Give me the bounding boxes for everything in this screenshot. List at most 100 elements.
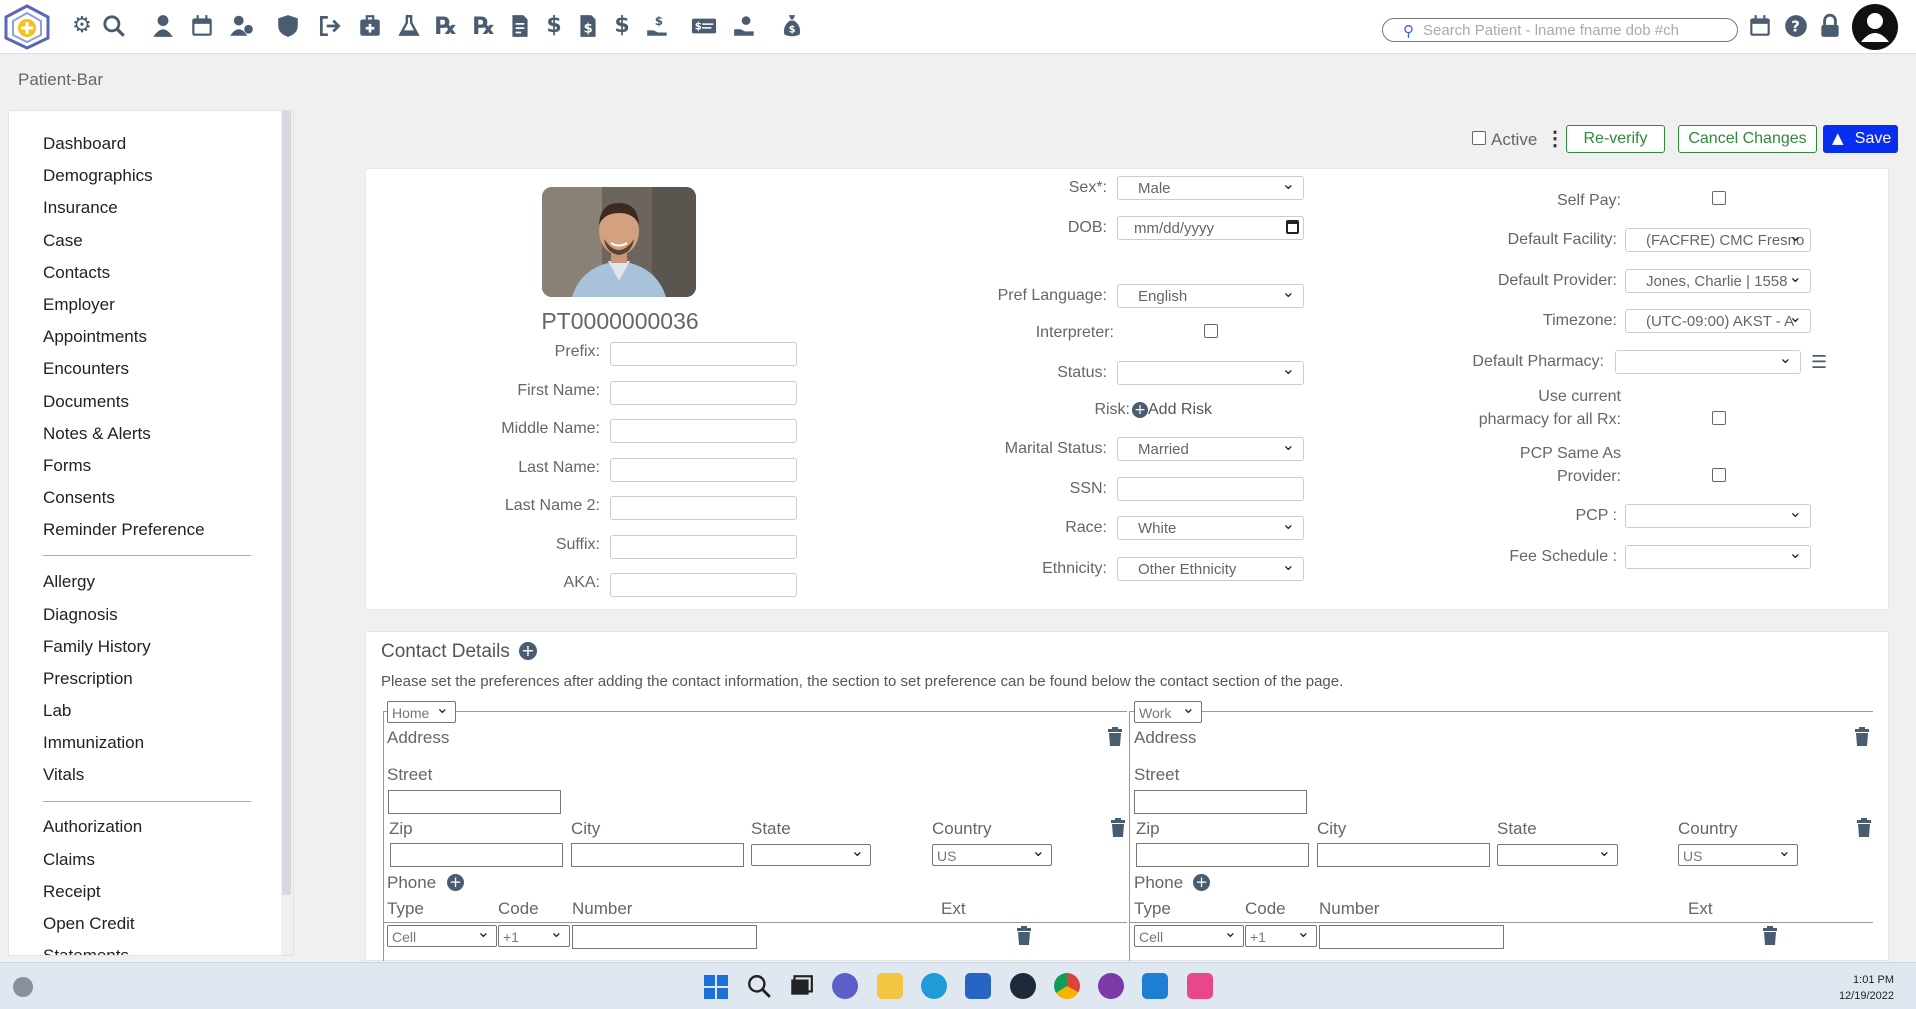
sidebar-item-appointments[interactable]: Appointments (43, 327, 147, 347)
delete-address-icon[interactable] (1107, 727, 1123, 746)
active-checkbox[interactable] (1472, 131, 1486, 145)
sex-select[interactable]: Male (1117, 176, 1304, 200)
widgets-icon[interactable] (13, 977, 33, 997)
rx-icon[interactable]: ℞ (432, 12, 460, 40)
hand-holding-dollar-icon[interactable]: $ (644, 12, 672, 40)
contact-type-select[interactable]: Home (387, 698, 456, 723)
last-name-2-input[interactable] (610, 496, 797, 520)
middle-name-input[interactable] (610, 419, 797, 443)
medical-kit-icon[interactable] (356, 12, 384, 40)
sign-out-icon[interactable] (316, 12, 344, 40)
account-icon[interactable] (1852, 4, 1898, 50)
phone-code-select[interactable]: +1 (498, 922, 570, 947)
prefix-input[interactable] (610, 342, 797, 366)
pref-language-select[interactable]: English (1117, 284, 1304, 308)
sidebar-item-insurance[interactable]: Insurance (43, 198, 118, 218)
pcp-same-checkbox[interactable] (1712, 468, 1726, 482)
default-provider-select[interactable]: Jones, Charlie | 1558 (1625, 269, 1811, 293)
pharmacy-list-icon[interactable]: ☰ (1811, 352, 1827, 373)
delete-address-icon[interactable] (1854, 727, 1870, 746)
fee-schedule-select[interactable] (1625, 545, 1811, 569)
edge-icon[interactable] (921, 973, 947, 999)
sidebar-item-case[interactable]: Case (43, 231, 83, 251)
state-select[interactable] (1497, 841, 1618, 866)
sidebar-item-encounters[interactable]: Encounters (43, 359, 129, 379)
chat-icon[interactable] (832, 973, 858, 999)
dollar-icon[interactable]: $ (540, 12, 568, 40)
windows-start-icon[interactable] (704, 975, 728, 999)
money-bag-icon[interactable]: $ (778, 12, 806, 40)
calendar-picker-icon[interactable] (1286, 220, 1299, 234)
ssn-input[interactable] (1117, 477, 1304, 501)
add-phone-icon[interactable]: + (447, 874, 464, 891)
sidebar-item-allergy[interactable]: Allergy (43, 572, 95, 592)
sidebar-item-documents[interactable]: Documents (43, 392, 129, 412)
country-select[interactable]: US (1678, 841, 1798, 866)
sidebar-item-diagnosis[interactable]: Diagnosis (43, 605, 118, 625)
phone-type-select[interactable]: Cell (1134, 922, 1244, 947)
lock-icon[interactable] (1816, 12, 1844, 40)
add-phone-icon[interactable]: + (1193, 874, 1210, 891)
cancel-changes-button[interactable]: Cancel Changes (1678, 125, 1817, 153)
sidebar-item-family-history[interactable]: Family History (43, 637, 151, 657)
timezone-select[interactable]: (UTC-09:00) AKST - A (1625, 309, 1811, 333)
sidebar-item-authorization[interactable]: Authorization (43, 817, 142, 837)
reverify-button[interactable]: Re-verify (1566, 125, 1665, 153)
default-facility-select[interactable]: (FACFRE) CMC Fresno (1625, 228, 1811, 252)
self-pay-checkbox[interactable] (1712, 191, 1726, 205)
delete-phone-icon[interactable] (1016, 926, 1032, 945)
race-select[interactable]: White (1117, 516, 1304, 540)
search-icon[interactable] (100, 12, 128, 40)
vscode-icon[interactable] (1142, 973, 1168, 999)
sidebar-item-statements[interactable]: Statements (43, 946, 129, 955)
first-name-input[interactable] (610, 381, 797, 405)
phone-number-input[interactable] (572, 925, 757, 949)
sidebar-item-consents[interactable]: Consents (43, 488, 115, 508)
city-input[interactable] (1317, 843, 1490, 867)
add-contact-icon[interactable]: + (519, 642, 537, 660)
rx-alt-icon[interactable]: ℞ (470, 12, 498, 40)
sidebar-item-prescription[interactable]: Prescription (43, 669, 133, 689)
phone-type-select[interactable]: Cell (387, 922, 497, 947)
sidebar-item-claims[interactable]: Claims (43, 850, 95, 870)
sidebar-item-forms[interactable]: Forms (43, 456, 91, 476)
search-icon[interactable] (746, 973, 772, 999)
add-risk-icon[interactable]: + (1132, 402, 1148, 418)
document-icon[interactable] (506, 12, 534, 40)
panel-scrollbar[interactable] (1891, 168, 1900, 610)
sidebar-item-contacts[interactable]: Contacts (43, 263, 110, 283)
calendar-icon[interactable] (188, 12, 216, 40)
delete-location-icon[interactable] (1856, 818, 1872, 837)
ethnicity-select[interactable]: Other Ethnicity (1117, 557, 1304, 581)
status-select[interactable] (1117, 361, 1304, 385)
chrome-icon[interactable] (1054, 973, 1080, 999)
zip-input[interactable] (1136, 843, 1309, 867)
sidebar-item-employer[interactable]: Employer (43, 295, 115, 315)
dob-input[interactable]: mm/dd/yyyy (1117, 216, 1304, 240)
city-input[interactable] (571, 843, 744, 867)
save-button[interactable]: Save (1851, 125, 1898, 153)
dollar-alt-icon[interactable]: $ (608, 12, 636, 40)
use-pharmacy-checkbox[interactable] (1712, 411, 1726, 425)
sidebar-item-demographics[interactable]: Demographics (43, 166, 153, 186)
system-clock[interactable]: 1:01 PM 12/19/2022 (1839, 972, 1894, 1004)
hand-coins-icon[interactable] (731, 12, 759, 40)
document-dollar-icon[interactable]: $ (574, 12, 602, 40)
sidebar-item-vitals[interactable]: Vitals (43, 765, 84, 785)
phone-number-input[interactable] (1319, 925, 1504, 949)
app-logo[interactable] (2, 4, 52, 50)
sidebar-item-notes-alerts[interactable]: Notes & Alerts (43, 424, 151, 444)
marital-status-select[interactable]: Married (1117, 437, 1304, 461)
aka-input[interactable] (610, 573, 797, 597)
user-icon[interactable] (149, 12, 177, 40)
patient-search-input[interactable] (1423, 22, 1723, 39)
sidebar-item-lab[interactable]: Lab (43, 701, 71, 721)
sidebar-item-reminder-preference[interactable]: Reminder Preference (43, 520, 205, 540)
delete-phone-icon[interactable] (1762, 926, 1778, 945)
suffix-input[interactable] (610, 535, 797, 559)
add-risk-link[interactable]: Add Risk (1148, 401, 1212, 419)
scrollbar-thumb[interactable] (282, 111, 291, 895)
file-explorer-icon[interactable] (877, 973, 903, 999)
sidebar-scrollbar[interactable] (281, 111, 293, 955)
phone-code-select[interactable]: +1 (1245, 922, 1317, 947)
